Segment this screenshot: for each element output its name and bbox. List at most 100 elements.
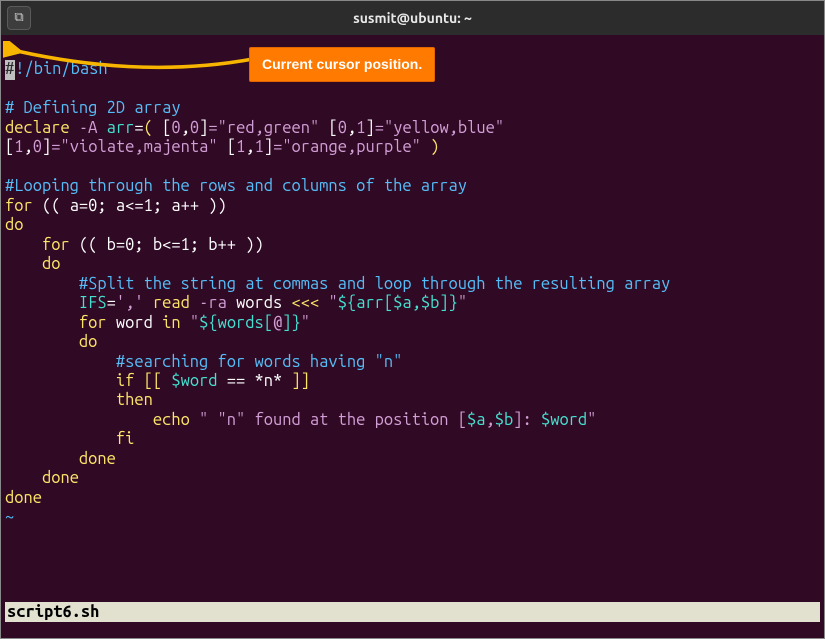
bracket: ] bbox=[199, 119, 208, 137]
num: 0 bbox=[190, 119, 199, 137]
var: $word bbox=[541, 411, 587, 429]
bracket: [ bbox=[227, 138, 236, 156]
bracket: ]] bbox=[282, 372, 310, 390]
for-cond: (( a=0; a<=1; a++ )) bbox=[33, 197, 227, 215]
string: ="violate,majenta" bbox=[51, 138, 217, 156]
kw-do: do bbox=[5, 216, 23, 234]
kw-done: done bbox=[42, 469, 79, 487]
cursor: # bbox=[5, 60, 15, 79]
bracket: [ bbox=[162, 119, 171, 137]
num: 1 bbox=[236, 138, 245, 156]
bracket: ] bbox=[42, 138, 51, 156]
annotation-callout: Current cursor position. bbox=[249, 47, 435, 82]
quote: " bbox=[328, 294, 337, 312]
kw-for: for bbox=[5, 197, 33, 215]
comma: , bbox=[245, 138, 254, 156]
string: ="yellow,blue" bbox=[375, 119, 504, 137]
pattern: *n* bbox=[255, 372, 283, 390]
indent bbox=[5, 391, 116, 409]
quote: " bbox=[587, 411, 596, 429]
indent bbox=[5, 294, 79, 312]
quote: " bbox=[190, 314, 199, 332]
kw-do: do bbox=[5, 255, 60, 273]
var: word bbox=[107, 314, 162, 332]
expansion: ]} bbox=[282, 314, 300, 332]
string: " "n" found at the position [ bbox=[190, 411, 467, 429]
bracket: ] bbox=[264, 138, 273, 156]
var: $b bbox=[495, 411, 513, 429]
indent bbox=[5, 430, 116, 448]
window-titlebar: ⧉ susmit@ubuntu: ~ bbox=[1, 1, 824, 35]
code-comment: #Split the string at commas and loop thr… bbox=[79, 275, 670, 293]
flag: -ra bbox=[190, 294, 236, 312]
vim-statusbar: script6.sh bbox=[5, 602, 820, 622]
expansion: ${words[ bbox=[199, 314, 273, 332]
kw-if: if bbox=[116, 372, 134, 390]
indent bbox=[5, 314, 79, 332]
string: ]: bbox=[513, 411, 541, 429]
kw-for: for bbox=[79, 314, 107, 332]
code-comment: # Defining 2D array bbox=[5, 99, 181, 117]
string: , bbox=[486, 411, 495, 429]
num: 0 bbox=[171, 119, 180, 137]
quote: " bbox=[301, 314, 310, 332]
at: @ bbox=[273, 314, 282, 332]
num: 1 bbox=[14, 138, 23, 156]
bracket: [[ bbox=[134, 372, 171, 390]
new-tab-icon[interactable]: ⧉ bbox=[7, 6, 31, 30]
paren: ( bbox=[144, 119, 162, 137]
kw-in: in bbox=[162, 314, 180, 332]
num: 0 bbox=[338, 119, 347, 137]
indent bbox=[5, 372, 116, 390]
num: 1 bbox=[356, 119, 365, 137]
indent bbox=[5, 450, 79, 468]
op: = bbox=[134, 119, 143, 137]
kw-read: read bbox=[153, 294, 190, 312]
string: ',' bbox=[116, 294, 144, 312]
sp bbox=[144, 294, 153, 312]
bracket: [ bbox=[329, 119, 338, 137]
expansion: ${arr[$a,$b]} bbox=[338, 294, 458, 312]
num: 1 bbox=[255, 138, 264, 156]
sp bbox=[319, 119, 328, 137]
var: words bbox=[236, 294, 282, 312]
kw-for: for bbox=[42, 236, 70, 254]
var: $word bbox=[171, 372, 217, 390]
paren: ) bbox=[421, 138, 439, 156]
op: == bbox=[218, 372, 255, 390]
comma: , bbox=[181, 119, 190, 137]
op: = bbox=[107, 294, 116, 312]
indent bbox=[5, 275, 79, 293]
window-title: susmit@ubuntu: ~ bbox=[353, 10, 472, 27]
quote: " bbox=[458, 294, 467, 312]
vim-editor-area[interactable]: #!/bin/bash # Defining 2D array declare … bbox=[1, 35, 824, 528]
bracket: [ bbox=[5, 138, 14, 156]
code-line: !/bin/bash bbox=[15, 60, 107, 78]
callout-text: Current cursor position. bbox=[262, 56, 422, 72]
kw-then: then bbox=[116, 391, 153, 409]
code-comment: #searching for words having "n" bbox=[116, 353, 402, 371]
var: IFS bbox=[79, 294, 107, 312]
kw-done: done bbox=[5, 489, 42, 507]
tab-icon-glyph: ⧉ bbox=[14, 10, 23, 25]
var: arr bbox=[107, 119, 135, 137]
indent bbox=[5, 411, 153, 429]
kw-fi: fi bbox=[116, 430, 134, 448]
filename: script6.sh bbox=[7, 603, 99, 621]
vim-tilde: ~ bbox=[5, 508, 14, 526]
kw-echo: echo bbox=[153, 411, 190, 429]
sp bbox=[181, 314, 190, 332]
heredoc: <<< bbox=[282, 294, 328, 312]
for-cond: (( b=0; b<=1; b++ )) bbox=[70, 236, 264, 254]
code-comment: #Looping through the rows and columns of… bbox=[5, 177, 467, 195]
flag: -A bbox=[70, 119, 107, 137]
kw-declare: declare bbox=[5, 119, 70, 137]
var: $a bbox=[467, 411, 485, 429]
comma: , bbox=[347, 119, 356, 137]
comma: , bbox=[24, 138, 33, 156]
indent bbox=[5, 469, 42, 487]
string: ="red,green" bbox=[208, 119, 319, 137]
indent bbox=[5, 236, 42, 254]
kw-done: done bbox=[79, 450, 116, 468]
sp bbox=[218, 138, 227, 156]
